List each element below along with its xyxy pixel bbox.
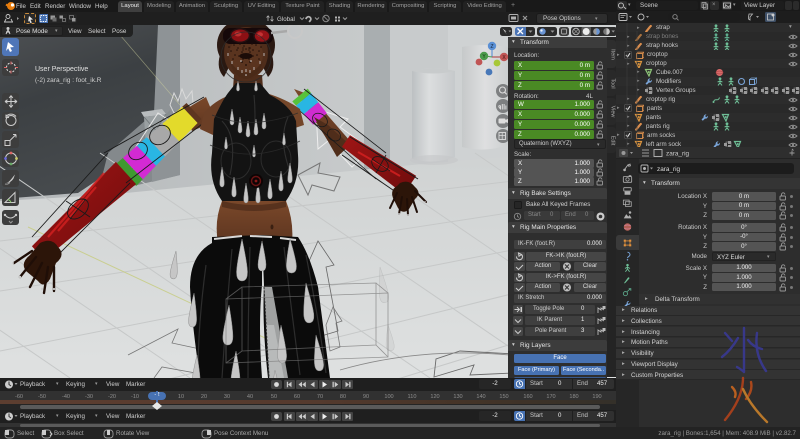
svg-text:Z: Z [490, 44, 493, 50]
svg-text:(-2) zara_rig : foot_ik.R: (-2) zara_rig : foot_ik.R [35, 77, 102, 84]
svg-text:Global: Global [277, 16, 295, 23]
svg-text:User Perspective: User Perspective [35, 66, 88, 73]
svg-text:zara_rig: zara_rig [666, 151, 690, 158]
svg-text:zara_rig: zara_rig [657, 166, 681, 173]
